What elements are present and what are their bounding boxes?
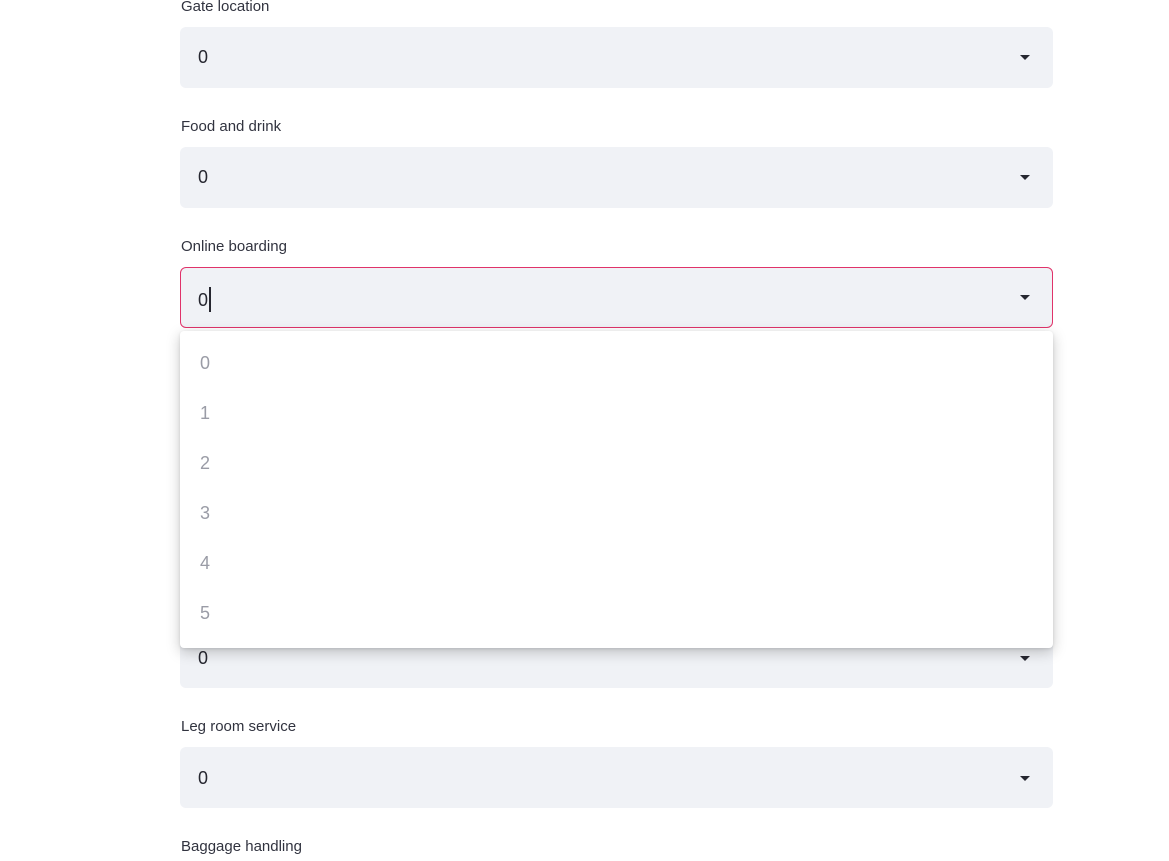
dropdown-option-4[interactable]: 4 xyxy=(200,553,210,573)
leg-room-service-select[interactable]: 0 xyxy=(180,747,1053,808)
online-boarding-value-text: 0 xyxy=(198,290,209,310)
gate-location-value: 0 xyxy=(198,47,209,67)
online-boarding-value[interactable]: 0 xyxy=(198,287,211,312)
chevron-down-icon[interactable] xyxy=(1020,175,1030,180)
food-and-drink-value: 0 xyxy=(198,167,209,187)
baggage-handling-label: Baggage handling xyxy=(181,838,302,855)
form-page: Gate location 0 Food and drink 0 Online … xyxy=(0,0,1169,861)
dropdown-option-3[interactable]: 3 xyxy=(200,503,210,523)
dropdown-option-1[interactable]: 1 xyxy=(200,403,210,423)
obscured-field-value: 0 xyxy=(198,648,209,668)
food-and-drink-label: Food and drink xyxy=(181,118,282,135)
dropdown-option-2[interactable]: 2 xyxy=(200,453,210,473)
chevron-down-icon[interactable] xyxy=(1020,656,1030,661)
leg-room-service-label: Leg room service xyxy=(181,718,297,735)
leg-room-service-value: 0 xyxy=(198,768,209,788)
text-cursor xyxy=(209,287,211,312)
online-boarding-label: Online boarding xyxy=(181,238,287,255)
dropdown-option-5[interactable]: 5 xyxy=(200,603,210,623)
gate-location-label: Gate location xyxy=(181,0,270,15)
dropdown-option-0[interactable]: 0 xyxy=(200,353,210,373)
gate-location-select[interactable]: 0 xyxy=(180,27,1053,88)
chevron-down-icon[interactable] xyxy=(1020,776,1030,781)
chevron-down-icon[interactable] xyxy=(1020,55,1030,60)
online-boarding-select[interactable]: 0 xyxy=(180,267,1053,328)
chevron-down-icon[interactable] xyxy=(1020,295,1030,300)
online-boarding-dropdown-menu: 0 1 2 3 4 5 xyxy=(180,331,1053,648)
food-and-drink-select[interactable]: 0 xyxy=(180,147,1053,208)
